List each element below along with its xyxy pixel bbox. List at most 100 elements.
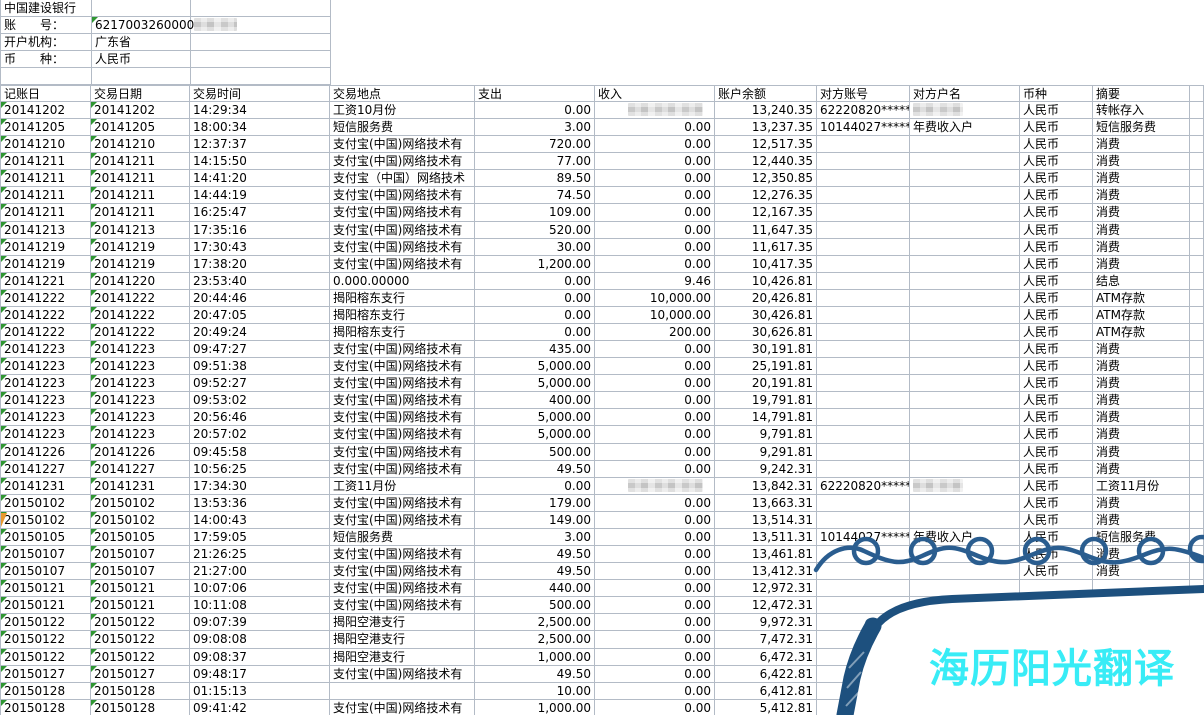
cell-pad[interactable] [1190,700,1204,715]
cell-currency[interactable]: 人民币 [1020,529,1093,546]
cell-txn-date[interactable]: 20141223 [91,375,190,392]
cell-balance[interactable]: 13,514.31 [715,512,817,529]
cell-party-name[interactable]: 年费收入户 [910,529,1020,546]
cell-income[interactable]: 0.00 [595,614,715,631]
cell-party-name[interactable] [910,444,1020,461]
cell-party-account[interactable] [817,273,910,290]
cell-party-account[interactable] [817,461,910,478]
cell-currency[interactable]: 人民币 [1020,136,1093,153]
cell-pad[interactable] [1190,273,1204,290]
cell-balance[interactable]: 10,426.81 [715,273,817,290]
header-txn-date[interactable]: 交易日期 [91,85,190,102]
cell-place[interactable]: 短信服务费 [330,529,475,546]
cell-out[interactable]: 1,200.00 [475,256,595,273]
cell-pad[interactable] [1190,204,1204,221]
cell-summary[interactable]: 消费 [1093,239,1190,256]
cell-balance[interactable]: 9,972.31 [715,614,817,631]
cell-balance[interactable]: 20,426.81 [715,290,817,307]
cell-income[interactable]: 0.00 [595,580,715,597]
cell-post-date[interactable]: 20141231 [0,478,91,495]
cell-out[interactable]: 0.00 [475,273,595,290]
cell-time[interactable]: 21:26:25 [190,546,330,563]
cell-balance[interactable]: 19,791.81 [715,392,817,409]
cell-pad[interactable] [1190,324,1204,341]
cell-party-account[interactable] [817,239,910,256]
cell-currency[interactable]: 人民币 [1020,222,1093,239]
cell-time[interactable]: 20:44:46 [190,290,330,307]
cell-txn-date[interactable]: 20141223 [91,358,190,375]
cell-time[interactable]: 17:38:20 [190,256,330,273]
cell-post-date[interactable]: 20141213 [0,222,91,239]
cell-summary[interactable]: 消费 [1093,136,1190,153]
cell-currency[interactable]: 人民币 [1020,512,1093,529]
cell-party-name[interactable] [910,580,1020,597]
cell-currency[interactable]: 人民币 [1020,563,1093,580]
cell-time[interactable]: 17:59:05 [190,529,330,546]
cell-balance[interactable]: 30,626.81 [715,324,817,341]
cell-currency[interactable]: 人民币 [1020,273,1093,290]
cell-post-date[interactable]: 20141211 [0,153,91,170]
cell-place[interactable]: 支付宝(中国)网络技术有 [330,375,475,392]
cell-summary[interactable]: 消费 [1093,375,1190,392]
cell-balance[interactable]: 13,412.31 [715,563,817,580]
cell-summary[interactable] [1093,683,1190,700]
cell-income[interactable]: 0.00 [595,187,715,204]
cell-time[interactable]: 14:44:19 [190,187,330,204]
cell-party-name[interactable] [910,426,1020,443]
cell-balance[interactable]: 12,276.35 [715,187,817,204]
cell-income[interactable]: 0.00 [595,222,715,239]
cell-pad[interactable] [1190,187,1204,204]
cell-currency[interactable] [1020,580,1093,597]
cell-txn-date[interactable]: 20141222 [91,307,190,324]
cell-income[interactable]: 0.00 [595,170,715,187]
cell-place[interactable]: 支付宝(中国)网络技术有 [330,358,475,375]
header-out[interactable]: 支出 [475,85,595,102]
cell-balance[interactable]: 25,191.81 [715,358,817,375]
cell-party-account[interactable] [817,426,910,443]
cell-place[interactable]: 支付宝(中国)网络技术有 [330,222,475,239]
cell-balance[interactable]: 11,617.35 [715,239,817,256]
cell-post-date[interactable]: 20141222 [0,324,91,341]
cell-income[interactable]: 0.00 [595,444,715,461]
cell-txn-date[interactable]: 20141211 [91,204,190,221]
cell-balance[interactable]: 5,412.81 [715,700,817,715]
cell-currency[interactable]: 人民币 [1020,495,1093,512]
cell-pad[interactable] [1190,683,1204,700]
header-balance[interactable]: 账户余额 [715,85,817,102]
branch-value-cell[interactable]: 广东省 [92,34,191,51]
cell-income[interactable]: 0.00 [595,136,715,153]
cell-post-date[interactable]: 20150105 [0,529,91,546]
cell-place[interactable]: 支付宝(中国)网络技术有 [330,204,475,221]
cell-out[interactable]: 10.00 [475,683,595,700]
cell-party-name[interactable] [910,666,1020,683]
cell-pad[interactable] [1190,375,1204,392]
cell-post-date[interactable]: 20150121 [0,597,91,614]
cell-post-date[interactable]: 20141223 [0,358,91,375]
cell-out[interactable]: 49.50 [475,461,595,478]
cell-income[interactable]: 0.00 [595,426,715,443]
cell-party-name[interactable] [910,614,1020,631]
cell-party-account[interactable] [817,614,910,631]
cell-party-account[interactable] [817,631,910,648]
header-place[interactable]: 交易地点 [330,85,475,102]
cell-place[interactable]: 支付宝(中国)网络技术有 [330,546,475,563]
cell-txn-date[interactable]: 20150122 [91,649,190,666]
cell-post-date[interactable]: 20141223 [0,375,91,392]
cell-time[interactable]: 17:30:43 [190,239,330,256]
cell-summary[interactable]: 消费 [1093,153,1190,170]
cell-party-account[interactable] [817,187,910,204]
cell-txn-date[interactable]: 20141223 [91,409,190,426]
cell-out[interactable]: 400.00 [475,392,595,409]
cell-income[interactable]: 0.00 [595,119,715,136]
cell-place[interactable]: 工资11月份 [330,478,475,495]
cell-place[interactable]: 揭阳空港支行 [330,614,475,631]
cell-party-account[interactable] [817,290,910,307]
cell-txn-date[interactable]: 20141205 [91,119,190,136]
cell-party-name[interactable] [910,597,1020,614]
cell-out[interactable]: 49.50 [475,546,595,563]
cell-place[interactable]: 支付宝(中国)网络技术有 [330,512,475,529]
cell-party-account[interactable]: 62220820*****63 [817,102,910,119]
cell-currency[interactable]: 人民币 [1020,102,1093,119]
cell-income[interactable]: 9.46 [595,273,715,290]
cell-currency[interactable]: 人民币 [1020,204,1093,221]
